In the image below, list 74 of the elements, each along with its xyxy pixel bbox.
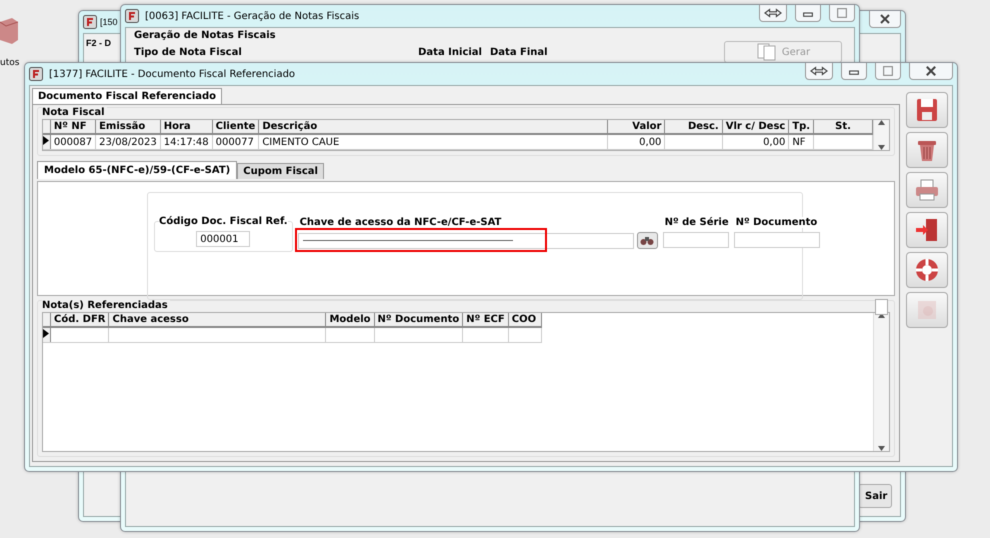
field-label: Data Final [490,46,548,58]
table-cell: 0,00 [608,134,665,150]
scroll-down-icon[interactable] [878,446,885,451]
lifebuoy-icon [913,256,941,284]
column-header[interactable]: Emissão [96,120,160,134]
desktop-icon-label: utos [0,58,20,68]
maximize-icon[interactable] [875,63,901,80]
field-label: Código Doc. Fiscal Ref. [159,216,288,227]
group-title: Nota(s) Referenciadas [42,300,170,311]
column-header[interactable]: Nº Documento [374,313,463,327]
table-cell: 000087 [50,134,96,150]
table-cell: NF [788,134,814,150]
field-label: Nº de Série [664,217,729,228]
delete-button[interactable] [906,132,948,168]
group-title: Nota Fiscal [42,107,107,118]
field-label: Data Inicial [418,46,482,58]
column-header[interactable]: Nº NF [50,120,96,134]
window-title: [0063] FACILITE - Geração de Notas Fiscais [145,10,360,22]
tab[interactable]: Cupom Fiscal [237,163,324,179]
app-logo-icon [29,67,43,81]
row-pointer-icon [43,329,49,338]
scroll-down-icon[interactable] [878,145,885,150]
app-logo-icon [125,9,139,23]
table-cell: 14:17:48 [160,134,212,150]
column-header[interactable]: Modelo [326,313,374,327]
print-button[interactable] [906,172,948,208]
tab[interactable]: Documento Fiscal Referenciado [32,88,222,104]
field-label: Nº Documento [736,217,820,228]
maximize-icon[interactable] [829,5,855,22]
help-button[interactable] [906,252,948,288]
column-header[interactable]: Tp. [788,120,814,134]
column-header[interactable]: St. [814,120,872,134]
minimize-icon[interactable] [795,5,821,22]
field-label: Tipo de Nota Fiscal [134,46,242,58]
column-header[interactable]: Cód. DFR [50,313,109,327]
column-header[interactable]: Chave acesso [108,313,326,327]
resize-icon[interactable] [759,5,787,22]
column-header[interactable]: Desc. [664,120,722,134]
column-header[interactable]: Descrição [258,120,608,134]
access-key-field[interactable] [298,232,634,248]
table-cell: CIMENTO CAUE [258,134,608,150]
close-icon[interactable] [869,11,901,28]
scroll-thumb[interactable] [875,299,888,315]
exit-button[interactable]: Sair [858,484,892,508]
column-header[interactable]: Valor [608,120,665,134]
table-cell: 000077 [212,134,259,150]
column-header[interactable]: Hora [160,120,212,134]
column-header[interactable]: Nº ECF [462,313,508,327]
table-cell: 23/08/2023 [96,134,160,150]
column-header[interactable]: COO [508,313,542,327]
resize-icon[interactable] [805,63,833,80]
close-icon[interactable] [909,63,953,80]
window-title: [150 [100,17,118,27]
search-button[interactable] [636,232,658,249]
tab[interactable]: Modelo 65-(NFC-e)/59-(CF-e-SAT) [37,161,238,179]
exit-button[interactable] [906,212,948,248]
table-cell [664,134,722,150]
table-cell [814,134,872,150]
group-title: Geração de Notas Fiscais [134,30,277,41]
minimize-icon[interactable] [841,63,867,80]
scroll-up-icon[interactable] [878,120,885,125]
app-logo-icon [83,15,97,29]
documents-icon [756,43,778,61]
row-pointer-icon [43,136,49,145]
binoculars-icon [640,236,654,246]
table-cell: 0,00 [722,134,789,150]
document-number-field[interactable] [734,232,820,248]
code-field[interactable]: 000001 [196,231,250,247]
column-header[interactable]: Cliente [212,120,259,134]
series-field[interactable] [662,232,729,248]
window-title: [1377] FACILITE - Documento Fiscal Referenciado [49,68,296,80]
save-button[interactable] [906,92,948,128]
column-header[interactable]: Vlr c/ Desc [722,120,789,134]
field-label: F2 - D [86,38,112,48]
